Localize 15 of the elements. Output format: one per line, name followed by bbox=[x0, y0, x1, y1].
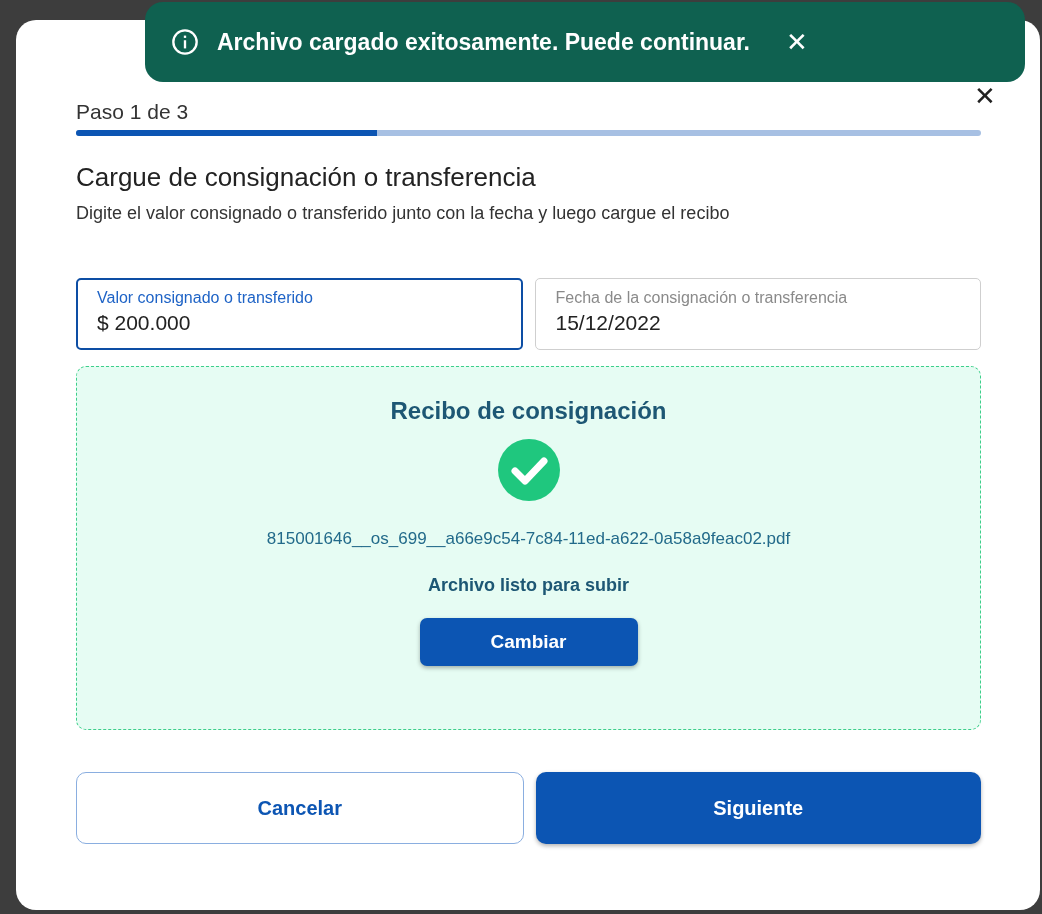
close-button[interactable]: ✕ bbox=[973, 84, 997, 108]
dialog-subtitle: Digite el valor consignado o transferido junto con la fecha y luego cargue el recibo bbox=[76, 203, 731, 224]
dialog-title: Cargue de consignación o transferencia bbox=[76, 162, 537, 193]
cancel-button[interactable]: Cancelar bbox=[76, 772, 524, 844]
change-button[interactable]: Cambiar bbox=[419, 618, 638, 666]
input-field[interactable]: Valor consignado o transferido $ 200.000 bbox=[76, 278, 523, 350]
info-icon bbox=[171, 28, 199, 56]
toast-message: Archivo cargado exitosamente. Puede continuar. bbox=[217, 28, 750, 56]
step-label: Paso 1 de 3 bbox=[76, 100, 189, 124]
next-button[interactable]: Siguiente bbox=[535, 772, 981, 844]
input-field[interactable]: Fecha de la consignación o transferencia 15/12/2022 bbox=[534, 278, 981, 350]
upload-status: Archivo listo para subir bbox=[427, 575, 630, 596]
upload-title: Recibo de consignación bbox=[390, 397, 667, 425]
close-button[interactable]: ✕ bbox=[786, 26, 808, 58]
file-name: 815001646__os_699__a66e9c54-7c84-11ed-a622-0a58a9feac02.pdf bbox=[266, 529, 791, 549]
